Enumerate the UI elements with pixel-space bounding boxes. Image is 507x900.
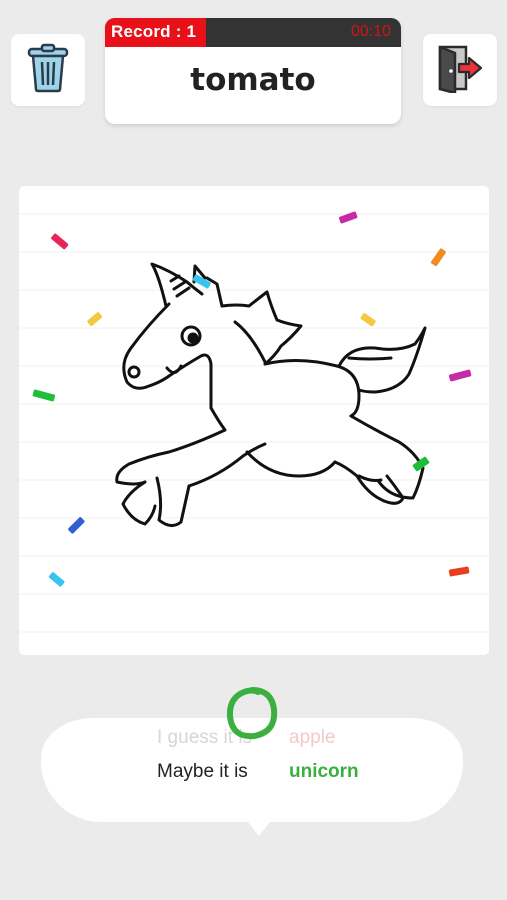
exit-door-icon [435, 43, 485, 98]
green-circle-mark [226, 687, 278, 740]
drawing-canvas[interactable] [19, 186, 489, 655]
trash-button[interactable] [11, 34, 85, 106]
unicorn-drawing [115, 262, 427, 527]
current-guess-word: unicorn [289, 761, 359, 782]
record-label: Record : 1 [111, 22, 197, 41]
canvas-ruled-lines [19, 213, 489, 633]
previous-guess-word: apple [289, 727, 336, 748]
trash-can-icon [26, 43, 70, 98]
record-progress-bar: Record : 1 00:10 [105, 18, 401, 47]
timer: 00:10 [350, 23, 391, 40]
exit-button[interactable] [423, 34, 497, 106]
current-guess-prefix: Maybe it is [157, 761, 248, 782]
target-word: tomato [190, 62, 316, 98]
guess-bubble-tail [245, 818, 273, 836]
word-card: Record : 1 00:10 tomato [105, 18, 401, 124]
confetti [32, 211, 472, 587]
